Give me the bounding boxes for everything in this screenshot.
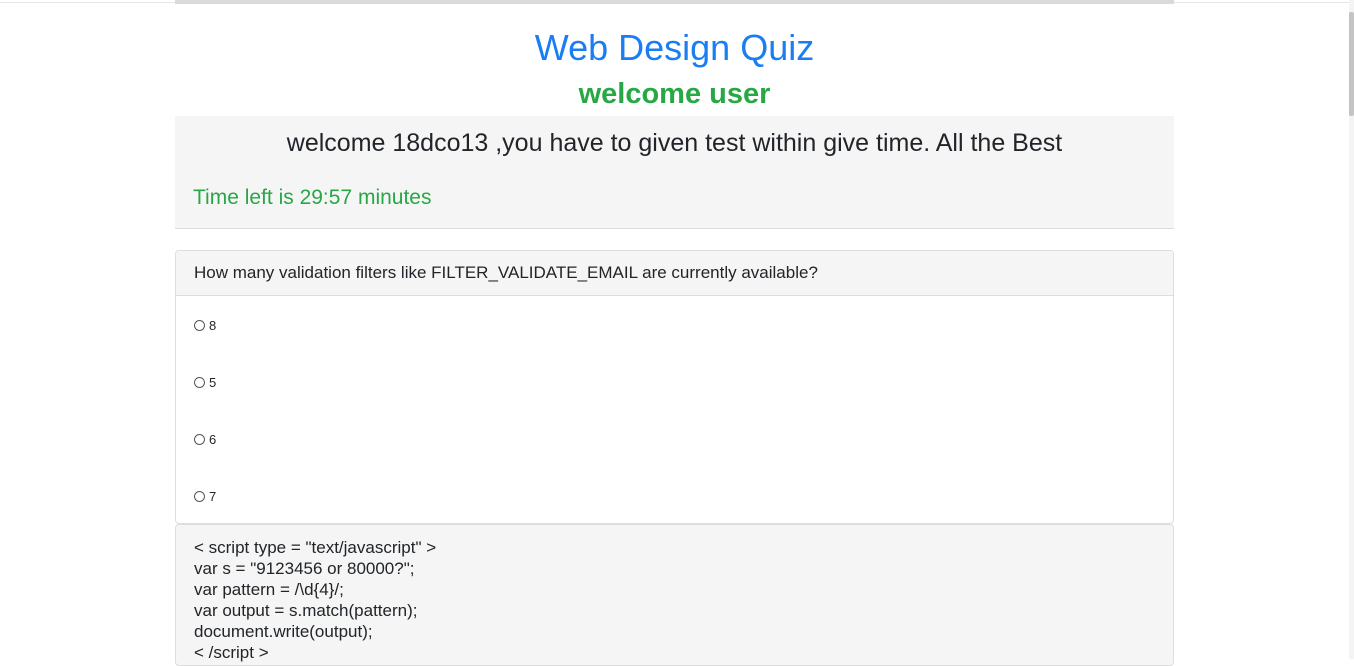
countdown-timer: Time left is 29:57 minutes bbox=[193, 186, 432, 209]
option-label: 6 bbox=[209, 432, 217, 447]
code-question-card: < script type = "text/javascript" > var … bbox=[175, 524, 1174, 666]
welcome-user-heading: welcome user bbox=[578, 78, 771, 110]
welcome-panel: welcome 18dco13 ,you have to given test … bbox=[175, 116, 1174, 229]
code-line: var s = "9123456 or 80000?"; bbox=[194, 559, 415, 578]
code-line: < /script > bbox=[194, 643, 269, 662]
code-line: document.write(output); bbox=[194, 622, 373, 641]
question-text: How many validation filters like FILTER_… bbox=[194, 263, 818, 282]
radio-button[interactable] bbox=[194, 320, 205, 331]
option-label: 8 bbox=[209, 318, 217, 333]
quiz-container: Web Design Quiz welcome user welcome 18d… bbox=[175, 0, 1174, 666]
code-line: var output = s.match(pattern); bbox=[194, 601, 418, 620]
answer-option-2[interactable]: 5 bbox=[194, 375, 216, 390]
option-label: 7 bbox=[209, 489, 217, 504]
vertical-scrollbar[interactable] bbox=[1349, 0, 1354, 659]
radio-button[interactable] bbox=[194, 434, 205, 445]
question-header: How many validation filters like FILTER_… bbox=[176, 251, 1173, 296]
top-bar bbox=[175, 0, 1174, 4]
code-line: < script type = "text/javascript" > bbox=[194, 538, 437, 557]
answer-option-3[interactable]: 6 bbox=[194, 432, 216, 447]
radio-button[interactable] bbox=[194, 377, 205, 388]
answer-option-4[interactable]: 7 bbox=[194, 489, 216, 504]
page-title: Web Design Quiz bbox=[534, 27, 815, 68]
question-card: How many validation filters like FILTER_… bbox=[175, 250, 1174, 524]
code-line: var pattern = /\d{4}/; bbox=[194, 580, 344, 599]
radio-button[interactable] bbox=[194, 491, 205, 502]
welcome-message: welcome 18dco13 ,you have to given test … bbox=[286, 129, 1063, 157]
option-label: 5 bbox=[209, 375, 217, 390]
scrollbar-thumb[interactable] bbox=[1349, 12, 1354, 116]
answer-option-1[interactable]: 8 bbox=[194, 318, 216, 333]
